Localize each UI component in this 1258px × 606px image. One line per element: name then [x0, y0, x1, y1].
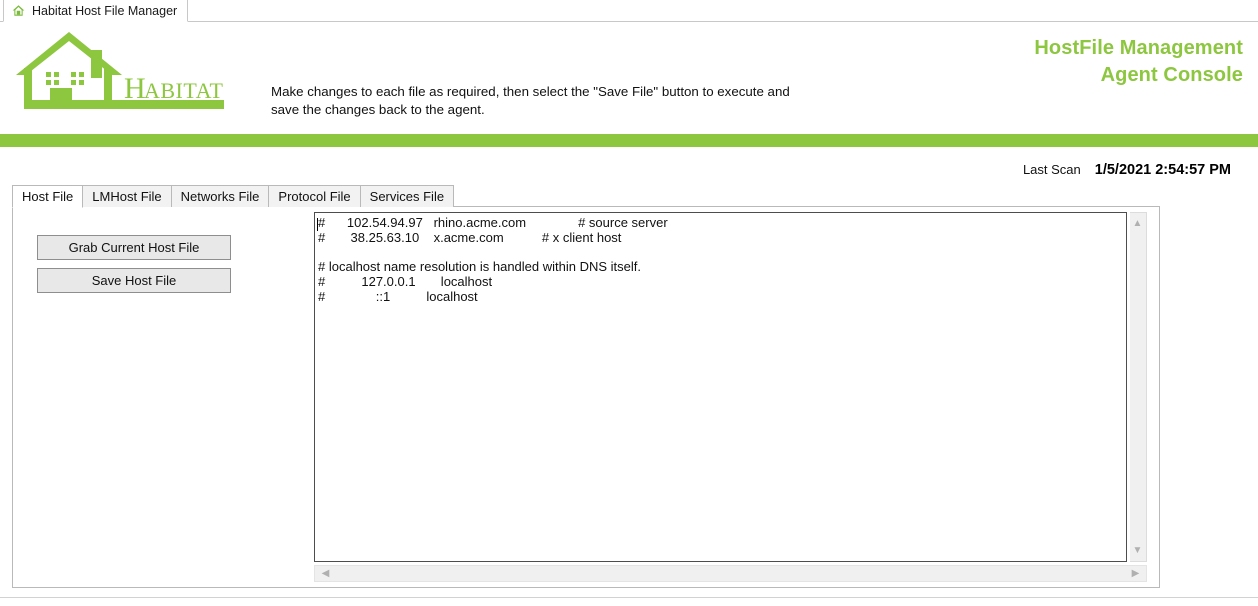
- console-title: HostFile Management Agent Console: [843, 35, 1243, 89]
- tab-networks-file[interactable]: Networks File: [170, 185, 270, 207]
- editor-vertical-scrollbar[interactable]: ▲ ▼: [1130, 212, 1147, 562]
- instructions-text: Make changes to each file as required, t…: [271, 84, 790, 117]
- host-file-content: # 102.54.94.97 rhino.acme.com # source s…: [318, 215, 668, 304]
- last-scan-status: Last Scan 1/5/2021 2:54:57 PM: [1023, 162, 1231, 178]
- scroll-left-icon[interactable]: ◀: [317, 566, 334, 581]
- grab-current-host-file-button[interactable]: Grab Current Host File: [37, 235, 231, 260]
- editor-horizontal-scrollbar[interactable]: ◀ ▶: [314, 565, 1147, 582]
- scroll-right-icon[interactable]: ▶: [1127, 566, 1144, 581]
- scroll-down-icon[interactable]: ▼: [1130, 542, 1145, 559]
- tab-protocol-file[interactable]: Protocol File: [268, 185, 361, 207]
- tab-services-file[interactable]: Services File: [359, 185, 455, 207]
- browser-tab-strip: Habitat Host File Manager: [0, 0, 1258, 22]
- svg-text:H: H: [124, 72, 146, 105]
- host-file-tab-panel: Grab Current Host File Save Host File # …: [12, 206, 1160, 588]
- file-type-tabs: Host File LMHost File Networks File Prot…: [12, 185, 455, 208]
- green-divider-bar: [0, 134, 1258, 147]
- last-scan-label: Last Scan: [1022, 162, 1081, 177]
- console-title-line-2: Agent Console: [1100, 64, 1243, 86]
- console-title-line-1: HostFile Management: [1034, 37, 1243, 59]
- host-file-textarea[interactable]: # 102.54.94.97 rhino.acme.com # source s…: [314, 212, 1127, 562]
- house-icon: [12, 4, 25, 17]
- scroll-up-icon[interactable]: ▲: [1130, 215, 1145, 232]
- svg-text:ABITAT: ABITAT: [144, 78, 224, 103]
- browser-tab-habitat-host-file-manager[interactable]: Habitat Host File Manager: [3, 0, 189, 22]
- page-bottom-divider: [0, 597, 1258, 598]
- tab-lmhost-file[interactable]: LMHost File: [82, 185, 172, 207]
- last-scan-value: 1/5/2021 2:54:57 PM: [1094, 162, 1231, 178]
- tab-host-file[interactable]: Host File: [12, 185, 84, 208]
- habitat-house-logo: H ABITAT: [16, 28, 226, 113]
- browser-tab-label: Habitat Host File Manager: [32, 3, 178, 18]
- host-file-editor: # 102.54.94.97 rhino.acme.com # source s…: [314, 212, 1147, 582]
- save-host-file-button[interactable]: Save Host File: [37, 268, 231, 293]
- page-header: H ABITAT Make changes to each file as re…: [0, 23, 1258, 131]
